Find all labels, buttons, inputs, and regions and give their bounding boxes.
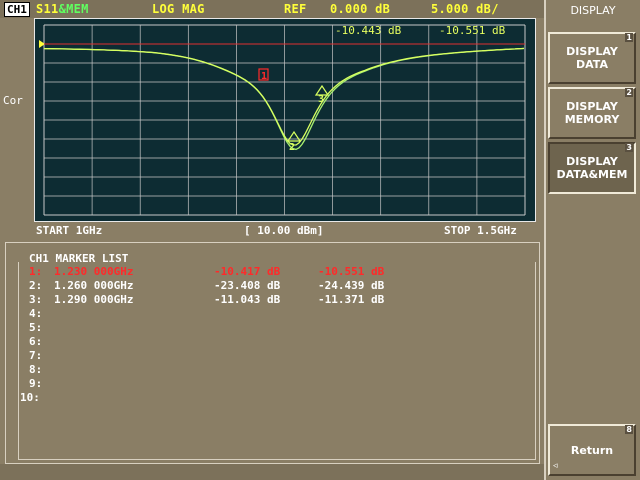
marker-3[interactable]: 3: [314, 84, 330, 105]
marker-row-num: 1:: [29, 265, 43, 278]
correction-indicator: Cor: [3, 94, 23, 107]
softkey-number: 2: [625, 88, 633, 97]
marker-row-num: 4:: [29, 307, 43, 320]
marker-row[interactable]: 2: 1.260 000GHz -23.408 dB -24.439 dB: [20, 279, 520, 293]
softkey-number: 3: [625, 143, 633, 152]
marker-1[interactable]: 1: [258, 68, 269, 82]
marker-row-num: 3:: [29, 293, 43, 306]
softkey-number: 1: [625, 33, 633, 42]
marker-row-num: 8:: [29, 363, 43, 376]
marker-row-num: 2:: [29, 279, 43, 292]
scale-value: 5.000 dB/: [431, 2, 499, 16]
softkey-return[interactable]: Return 8 ◃: [548, 424, 636, 476]
softkey-label: DISPLAY MEMORY: [564, 100, 620, 126]
marker-row[interactable]: 6:: [20, 335, 520, 349]
marker-row[interactable]: 8:: [20, 363, 520, 377]
marker-row[interactable]: 1: 1.230 000GHz -10.417 dB -10.551 dB: [20, 265, 520, 279]
source-power[interactable]: [ 10.00 dBm]: [244, 224, 323, 237]
start-frequency[interactable]: START 1GHz: [36, 224, 102, 237]
softkey-number: 8: [625, 425, 633, 434]
trace-plot[interactable]: -10.443 dB -10.551 dB 1 2 3: [34, 18, 536, 222]
marker-row-mem: -10.551 dB: [318, 265, 385, 278]
marker-row[interactable]: 4:: [20, 307, 520, 321]
measurement-label: S11&MEM: [36, 2, 89, 16]
channel-badge[interactable]: CH1: [4, 2, 30, 17]
marker-2[interactable]: 2: [286, 130, 302, 153]
marker-row-freq: 1.230 000GHz: [54, 265, 134, 278]
marker-1-flag: 1: [261, 71, 267, 82]
marker-2-label: 2: [289, 142, 295, 153]
softkey-menu-title: DISPLAY: [570, 4, 616, 17]
softkey-label: DISPLAY DATA&MEM: [556, 155, 628, 181]
marker-row-num: 6:: [29, 335, 43, 348]
marker-row[interactable]: 5:: [20, 321, 520, 335]
softkey-display-memory[interactable]: DISPLAY MEMORY 2: [548, 87, 636, 139]
format-label: LOG MAG: [152, 2, 205, 16]
marker-row-mem: -11.371 dB: [318, 293, 385, 306]
status-strip: [0, 464, 544, 480]
marker-row-mem: -24.439 dB: [318, 279, 385, 292]
marker-readout-data: -10.443 dB: [335, 24, 402, 37]
marker-row[interactable]: 9:: [20, 377, 520, 391]
softkey-label: Return: [570, 443, 614, 457]
marker-list-title: CH1 MARKER LIST: [26, 252, 132, 265]
softkey-display-data[interactable]: DISPLAY DATA 1: [548, 32, 636, 84]
marker-row[interactable]: 3: 1.290 000GHz -11.043 dB -11.371 dB: [20, 293, 520, 307]
marker-row-data: -23.408 dB: [214, 279, 281, 292]
marker-3-label: 3: [318, 94, 324, 105]
stop-frequency[interactable]: STOP 1.5GHz: [444, 224, 517, 237]
ref-label: REF: [284, 2, 307, 16]
marker-row-freq: 1.260 000GHz: [54, 279, 134, 292]
marker-row[interactable]: 7:: [20, 349, 520, 363]
plot-svg: -10.443 dB -10.551 dB 1 2 3: [39, 24, 526, 216]
marker-row-data: -11.043 dB: [214, 293, 281, 306]
softkey-display-data-and-mem[interactable]: DISPLAY DATA&MEM 3: [548, 142, 636, 194]
softkey-label: DISPLAY DATA: [566, 45, 618, 71]
marker-row-num: 5:: [29, 321, 43, 334]
corner-arrow-icon: ◃: [553, 461, 558, 471]
measurement-param: S11: [36, 2, 59, 16]
marker-row-num: 9:: [29, 377, 43, 390]
marker-row-freq: 1.290 000GHz: [54, 293, 134, 306]
marker-row-data: -10.417 dB: [214, 265, 281, 278]
marker-row-num: 10:: [20, 391, 40, 404]
ref-value: 0.000 dB: [330, 2, 391, 16]
memory-suffix: &MEM: [58, 2, 89, 16]
marker-row[interactable]: 10:: [20, 391, 520, 405]
marker-row-num: 7:: [29, 349, 43, 362]
marker-readout-mem: -10.551 dB: [439, 24, 506, 37]
